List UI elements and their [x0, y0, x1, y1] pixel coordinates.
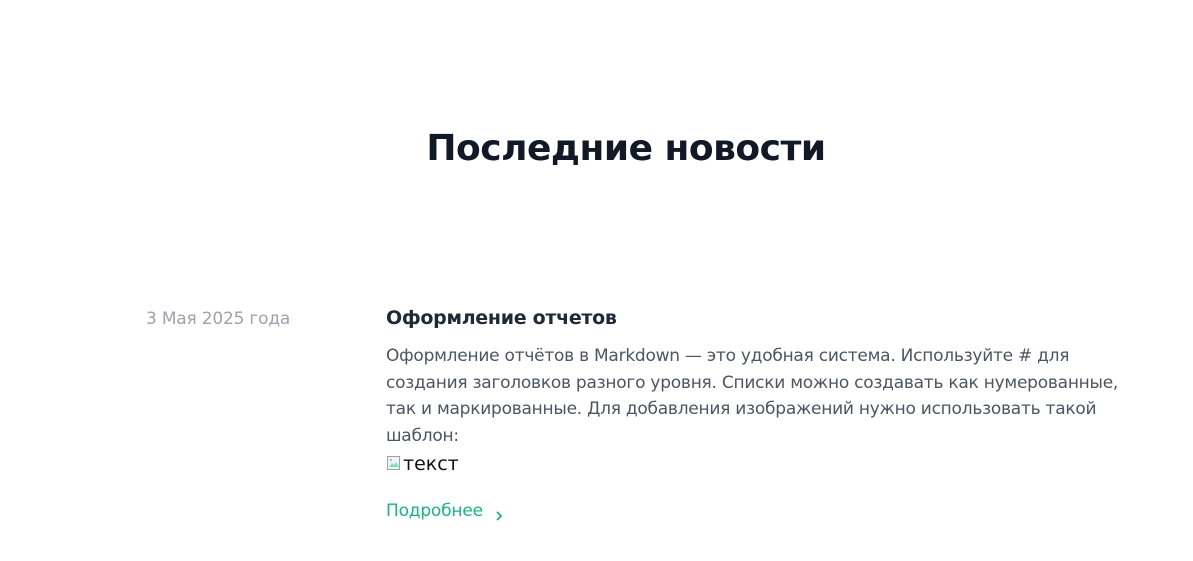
news-date: 3 Мая 2025 года: [146, 309, 291, 329]
broken-image-icon: [386, 453, 402, 470]
read-more-link[interactable]: Подробнее: [386, 499, 505, 523]
news-text: Оформление отчётов в Markdown — это удоб…: [386, 346, 1119, 446]
news-image-alt: текст: [403, 453, 459, 475]
news-image: текст: [386, 452, 459, 476]
news-title: Оформление отчетов: [386, 307, 617, 329]
chevron-right-icon: [493, 505, 505, 521]
news-item: Оформление отчетов Оформление отчётов в …: [386, 306, 1121, 478]
section-title: Последние новости: [426, 128, 826, 169]
read-more-label: Подробнее: [386, 501, 483, 521]
